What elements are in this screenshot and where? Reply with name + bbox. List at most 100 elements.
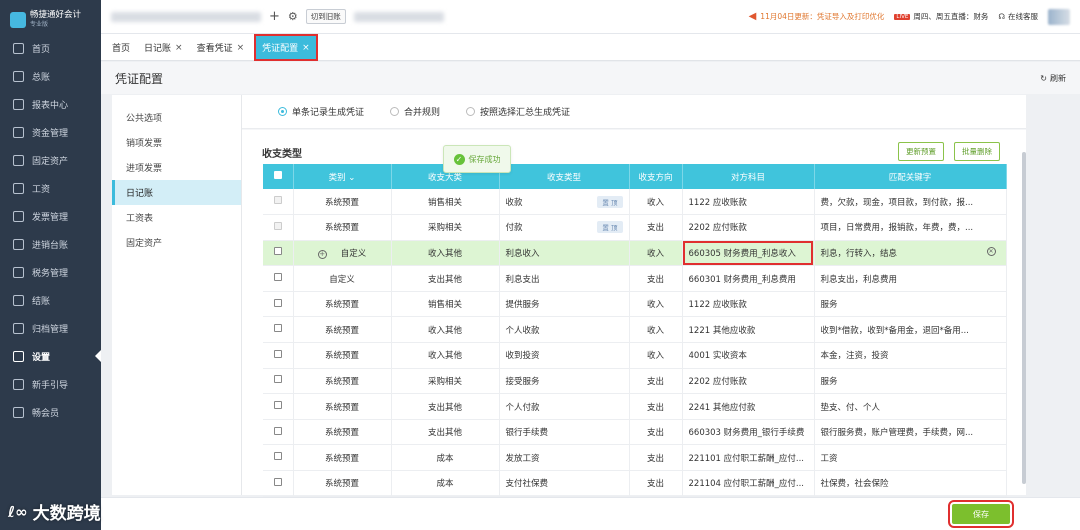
table-row[interactable]: + 自定义 收入其他 利息收入 收入 660305 财务费用_利息收入 利息，行转入，结息 ✕ xyxy=(263,240,1007,267)
cell-keywords[interactable]: 利息支出，利息费用 xyxy=(814,265,1007,292)
sidebar-item-6[interactable]: 发票管理 xyxy=(0,202,101,230)
table-row[interactable]: 系统预置 采购相关 付款 置 顶支出 2202 应付账款 项目，日常费用，报销款，年费，费… xyxy=(263,214,1007,241)
update-preset-button[interactable]: 更新预置 xyxy=(898,142,944,161)
sidebar-item-3[interactable]: 资金管理 xyxy=(0,118,101,146)
settings-nav-item-1[interactable]: 销项发票 xyxy=(112,130,241,155)
row-checkbox[interactable] xyxy=(273,324,282,333)
row-select-cell[interactable] xyxy=(263,189,294,216)
cell-keywords[interactable]: 项目，日常费用，报销款，年费，费，... xyxy=(814,214,1007,241)
cell-keywords[interactable]: 本金，注资，投资 xyxy=(814,342,1007,369)
remove-circle-icon[interactable]: ✕ xyxy=(986,246,996,256)
sidebar-item-2[interactable]: 报表中心 xyxy=(0,90,101,118)
table-row[interactable]: 自定义 支出其他 利息支出 支出 660301 财务费用_利息费用 利息支出，利息费用 xyxy=(263,265,1007,292)
table-row[interactable]: 系统预置 支出其他 个人付款 支出 2241 其他应付款 垫支、付、个人 xyxy=(263,393,1007,420)
row-select-cell[interactable] xyxy=(263,265,294,292)
cell-account[interactable]: 1122 应收账款 xyxy=(682,291,815,318)
cell-keywords[interactable]: 收到*借款，收到*备用金，退回*备用... xyxy=(814,316,1007,344)
radio-option-0[interactable]: 单条记录生成凭证 xyxy=(278,105,364,118)
cell-account[interactable]: 2202 应付账款 xyxy=(682,214,815,241)
settings-nav-item-0[interactable]: 公共选项 xyxy=(112,105,241,130)
row-select-cell[interactable] xyxy=(263,214,294,241)
cell-keywords[interactable]: 利息，行转入，结息 ✕ xyxy=(814,240,1007,267)
sidebar-item-7[interactable]: 进销台账 xyxy=(0,230,101,258)
row-checkbox[interactable] xyxy=(273,452,282,461)
close-icon[interactable]: × xyxy=(302,43,310,53)
cell-account[interactable]: 4001 实收资本 xyxy=(682,342,815,369)
cell-keywords[interactable]: 社保费，社会保险 xyxy=(814,470,1007,497)
row-select-cell[interactable] xyxy=(263,470,294,497)
table-row[interactable]: 系统预置 收入其他 个人收款 收入 1221 其他应收款 收到*借款，收到*备用金，退回*… xyxy=(263,316,1007,344)
row-checkbox[interactable] xyxy=(273,247,282,256)
cell-keywords[interactable]: 服务 xyxy=(814,368,1007,395)
settings-nav-item-3[interactable]: 日记账 xyxy=(112,180,241,205)
table-row[interactable]: 系统预置 销售相关 提供服务 收入 1122 应收账款 服务 xyxy=(263,291,1007,318)
cell-account[interactable]: 660303 财务费用_银行手续费 xyxy=(682,419,815,446)
scrollbar[interactable] xyxy=(1022,152,1026,484)
cell-keywords[interactable]: 服务 xyxy=(814,291,1007,318)
row-select-cell[interactable] xyxy=(263,419,294,446)
announcement[interactable]: ◀ 11月04日更新：凭证导入及打印优化 xyxy=(749,11,885,22)
avatar[interactable] xyxy=(1048,8,1070,25)
row-select-cell[interactable] xyxy=(263,444,294,472)
table-row[interactable]: 系统预置 成本 发放工资 支出 221101 应付职工薪酬_应付... 工资 xyxy=(263,444,1007,472)
cell-keywords[interactable]: 垫支、付、个人 xyxy=(814,393,1007,420)
row-select-cell[interactable] xyxy=(263,342,294,369)
select-all-cell[interactable] xyxy=(263,164,294,189)
settings-nav-item-5[interactable]: 固定资产 xyxy=(112,230,241,255)
cell-keywords[interactable]: 工资 xyxy=(814,444,1007,472)
save-button[interactable]: 保存 xyxy=(948,500,1014,528)
refresh-button[interactable]: ↻ 刷新 xyxy=(1040,73,1066,84)
settings-nav-item-4[interactable]: 工资表 xyxy=(112,205,241,230)
row-checkbox[interactable] xyxy=(273,273,282,282)
sidebar-item-12[interactable]: 新手引导 xyxy=(0,370,101,398)
row-checkbox[interactable] xyxy=(273,221,282,230)
close-icon[interactable]: × xyxy=(175,43,183,53)
header-category[interactable]: 类别 ⌄ xyxy=(293,164,392,189)
select-all-checkbox[interactable] xyxy=(273,171,282,179)
tab-2[interactable]: 查看凭证 × xyxy=(190,35,252,60)
cell-account[interactable]: 221104 应付职工薪酬_应付... xyxy=(682,470,815,497)
cell-account[interactable]: 1221 其他应收款 xyxy=(682,316,815,344)
row-select-cell[interactable] xyxy=(263,393,294,420)
sidebar-item-8[interactable]: 税务管理 xyxy=(0,258,101,286)
table-row[interactable]: 系统预置 销售相关 收款 置 顶收入 1122 应收账款 费，欠款，现金，项目款，到付款，… xyxy=(263,189,1007,216)
cell-keywords[interactable]: 银行服务费，账户管理费，手续费，网... xyxy=(814,419,1007,446)
live-notice[interactable]: LIVE 周四、周五直播：财务 xyxy=(894,11,988,22)
row-checkbox[interactable] xyxy=(273,298,282,307)
row-select-cell[interactable] xyxy=(263,316,294,344)
row-checkbox[interactable] xyxy=(273,196,282,205)
row-select-cell[interactable] xyxy=(263,368,294,395)
table-row[interactable]: 系统预置 收入其他 收到投资 收入 4001 实收资本 本金，注资，投资 xyxy=(263,342,1007,369)
add-circle-icon[interactable]: + xyxy=(317,249,327,259)
cell-account[interactable]: 221101 应付职工薪酬_应付... xyxy=(682,444,815,472)
settings-icon[interactable]: ⚙ xyxy=(288,10,298,23)
sidebar-item-4[interactable]: 固定资产 xyxy=(0,146,101,174)
row-select-cell[interactable] xyxy=(263,240,294,267)
sidebar-item-0[interactable]: 首页 xyxy=(0,34,101,62)
row-checkbox[interactable] xyxy=(273,426,282,435)
sidebar-item-5[interactable]: 工资 xyxy=(0,174,101,202)
cell-keywords[interactable]: 费，欠款，现金，项目款，到付款，报... xyxy=(814,189,1007,216)
row-checkbox[interactable] xyxy=(273,375,282,384)
batch-delete-button[interactable]: 批量删除 xyxy=(954,142,1000,161)
cell-account[interactable]: 660305 财务费用_利息收入 xyxy=(682,240,815,267)
sidebar-item-13[interactable]: 畅会员 xyxy=(0,398,101,426)
online-service-button[interactable]: ☊ 在线客服 xyxy=(998,11,1038,22)
row-checkbox[interactable] xyxy=(273,349,282,358)
cell-account[interactable]: 660301 财务费用_利息费用 xyxy=(682,265,815,292)
sidebar-item-1[interactable]: 总账 xyxy=(0,62,101,90)
sidebar-item-9[interactable]: 结账 xyxy=(0,286,101,314)
add-icon[interactable]: + xyxy=(269,9,280,24)
table-row[interactable]: 系统预置 采购相关 接受服务 支出 2202 应付账款 服务 xyxy=(263,368,1007,395)
close-icon[interactable]: × xyxy=(237,43,245,53)
row-checkbox[interactable] xyxy=(273,477,282,486)
radio-option-2[interactable]: 按照选择汇总生成凭证 xyxy=(466,105,570,118)
pin-top-button[interactable]: 置 顶 xyxy=(597,195,623,208)
settings-nav-item-2[interactable]: 进项发票 xyxy=(112,155,241,180)
tab-1[interactable]: 日记账 × xyxy=(137,35,190,60)
cell-account[interactable]: 2241 其他应付款 xyxy=(682,393,815,420)
row-select-cell[interactable] xyxy=(263,291,294,318)
tab-3[interactable]: 凭证配置 × xyxy=(254,34,318,61)
table-row[interactable]: 系统预置 成本 支付社保费 支出 221104 应付职工薪酬_应付... 社保费，社会保险 xyxy=(263,470,1007,497)
pin-top-button[interactable]: 置 顶 xyxy=(597,221,623,234)
